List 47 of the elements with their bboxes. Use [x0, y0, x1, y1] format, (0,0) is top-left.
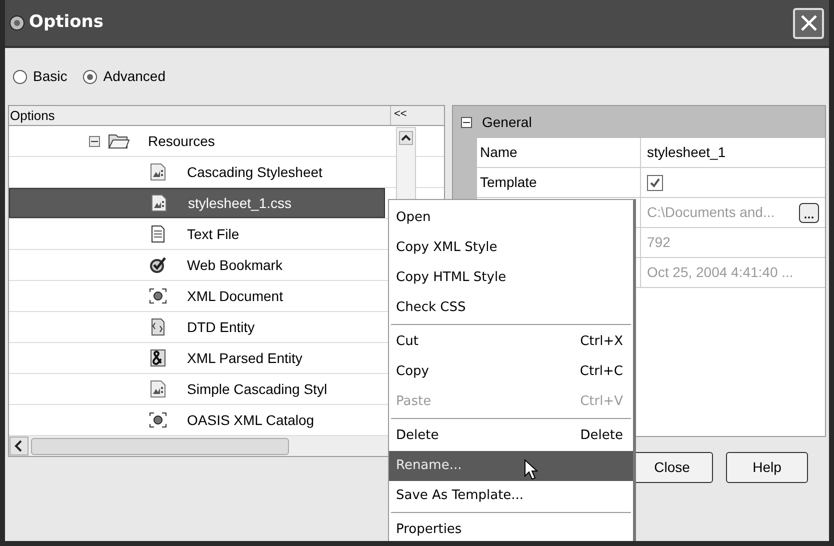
property-name: Template — [480, 173, 537, 192]
app-icon — [9, 15, 25, 31]
folder-icon — [108, 132, 130, 150]
stylesheet-file-icon — [149, 163, 167, 181]
xml-document-icon — [149, 287, 167, 305]
browse-button[interactable] — [799, 202, 819, 222]
ellipsis-icon — [804, 216, 814, 218]
scroll-up-icon — [399, 131, 413, 145]
menu-item[interactable]: Properties — [389, 515, 633, 541]
radio-label: Basic — [33, 67, 68, 86]
menu-item[interactable]: Delete Delete — [389, 421, 633, 451]
section-title: General — [482, 112, 532, 132]
menu-item[interactable]: Copy XML Style — [389, 233, 633, 263]
property-name: Name — [480, 143, 518, 162]
xml-document-icon — [149, 411, 167, 429]
menu-item[interactable]: Rename... — [389, 451, 633, 481]
collapse-panel-button[interactable]: << — [391, 106, 421, 125]
close-button[interactable] — [793, 8, 824, 38]
radio-button[interactable] — [83, 70, 98, 84]
collapse-icon[interactable] — [89, 136, 100, 146]
close-icon — [800, 14, 818, 32]
radio-button[interactable] — [13, 70, 27, 84]
dtd-file-icon — [149, 318, 167, 336]
dialog-button[interactable]: Help — [726, 452, 808, 483]
mouse-pointer-icon — [524, 459, 538, 481]
template-checkbox[interactable] — [647, 174, 663, 190]
window-title: Options — [29, 11, 104, 34]
checkmark-badge-icon — [149, 256, 167, 274]
menu-item[interactable]: Check CSS — [389, 293, 633, 323]
menu-item[interactable]: Copy HTML Style — [389, 263, 633, 293]
property-value: stylesheet_1 — [647, 143, 726, 162]
scroll-thumb[interactable] — [31, 438, 289, 454]
property-value: Oct 25, 2004 4:41:40 ... — [647, 263, 794, 282]
property-value: 792 — [647, 233, 670, 252]
radio-label: Advanced — [103, 67, 166, 86]
menu-item[interactable]: Cut Ctrl+X — [389, 327, 633, 357]
tree-item[interactable]: stylesheet_1.css — [9, 188, 385, 218]
menu-item[interactable]: Open — [389, 203, 633, 233]
menu-item[interactable]: Copy Ctrl+C — [389, 357, 633, 387]
collapse-icon[interactable] — [461, 116, 472, 128]
column-header: Options — [9, 106, 391, 125]
text-file-icon — [149, 225, 167, 243]
ampersand-file-icon — [149, 349, 167, 367]
stylesheet-file-icon — [149, 380, 167, 398]
menu-item[interactable]: Save As Template... — [389, 481, 633, 511]
stylesheet-file-icon — [150, 194, 168, 212]
property-value: C:\Documents and... — [647, 203, 775, 222]
